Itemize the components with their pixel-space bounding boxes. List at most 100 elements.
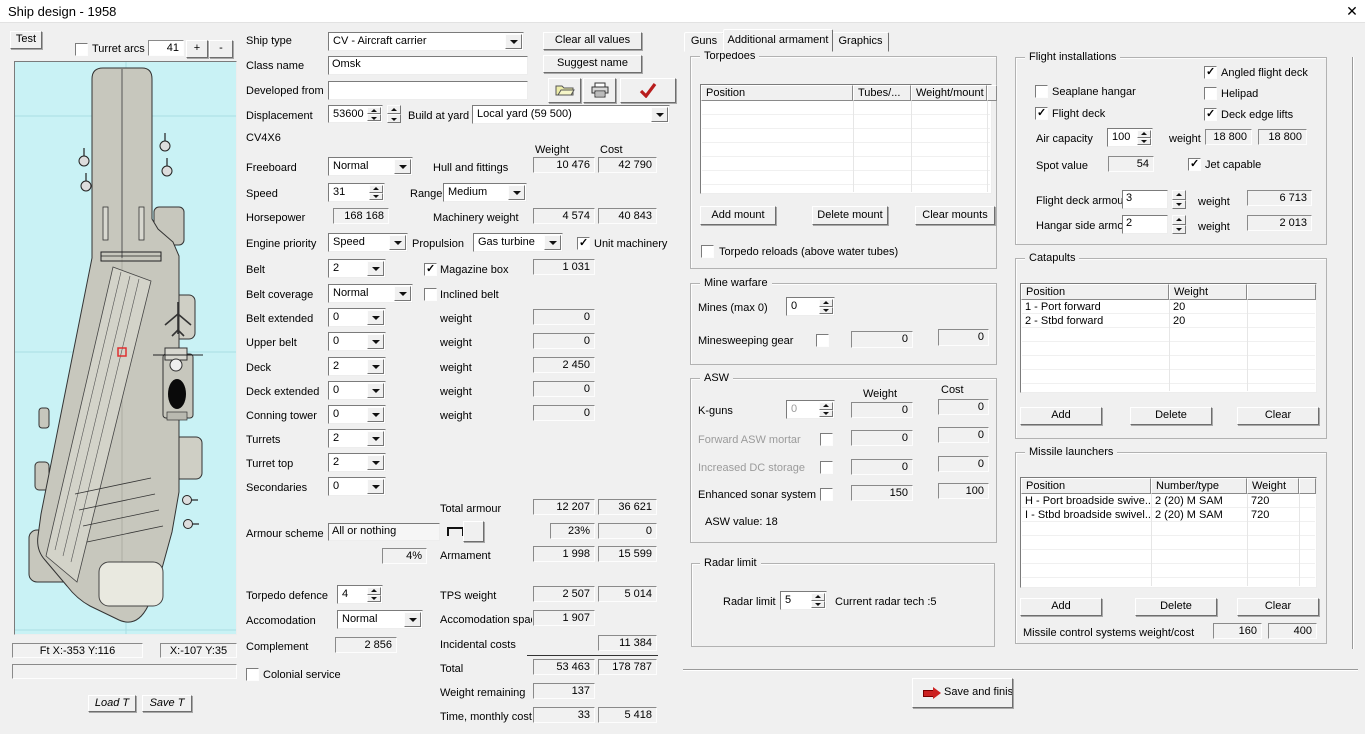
catapults-delete-button[interactable]: Delete: [1130, 407, 1212, 425]
class-name-input[interactable]: Omsk: [328, 56, 528, 75]
chevron-down-icon[interactable]: [367, 310, 384, 325]
clear-mounts-button[interactable]: Clear mounts: [915, 206, 995, 225]
chevron-down-icon[interactable]: [505, 34, 522, 49]
belt-extended-select[interactable]: 0: [328, 308, 386, 327]
developed-from-input[interactable]: [328, 81, 528, 100]
chevron-down-icon[interactable]: [367, 261, 384, 276]
radar-limit-stepper[interactable]: 5: [780, 591, 827, 610]
missiles-delete-button[interactable]: Delete: [1135, 598, 1217, 616]
column-header[interactable]: Number/type: [1151, 478, 1247, 494]
load-design-button[interactable]: [548, 78, 581, 103]
angled-flight-deck-checkbox[interactable]: [1204, 66, 1217, 79]
speed-stepper[interactable]: 31: [328, 183, 385, 202]
deck-select[interactable]: 2: [328, 357, 386, 376]
chevron-down-icon[interactable]: [367, 455, 384, 470]
displacement-fine-stepper[interactable]: [387, 105, 401, 123]
freeboard-select[interactable]: Normal: [328, 157, 413, 176]
accept-design-button[interactable]: [620, 78, 676, 103]
propulsion-select[interactable]: Gas turbine: [473, 233, 563, 252]
table-row[interactable]: 1 - Port forward 20: [1021, 300, 1316, 314]
chevron-down-icon[interactable]: [508, 185, 525, 200]
build-at-yard-select[interactable]: Local yard (59 500): [472, 105, 670, 124]
flight-deck-armour-stepper[interactable]: [1172, 190, 1186, 209]
tab-additional-armament[interactable]: Additional armament: [723, 29, 833, 52]
turret-arc-plus-button[interactable]: +: [186, 40, 208, 58]
chevron-down-icon[interactable]: [394, 159, 411, 174]
missiles-add-button[interactable]: Add: [1020, 598, 1102, 616]
chevron-down-icon[interactable]: [544, 235, 561, 250]
jet-capable-checkbox[interactable]: [1188, 158, 1201, 171]
table-row[interactable]: I - Stbd broadside swivel... 2 (20) M SA…: [1021, 508, 1316, 522]
save-template-button[interactable]: Save T: [142, 695, 192, 712]
chevron-down-icon[interactable]: [367, 359, 384, 374]
turret-arcs-checkbox[interactable]: [75, 43, 88, 56]
torpedo-reloads-checkbox[interactable]: [701, 245, 714, 258]
ship-type-select[interactable]: CV - Aircraft carrier: [328, 32, 524, 51]
table-row[interactable]: 2 - Stbd forward 20: [1021, 314, 1316, 328]
deck-extended-select[interactable]: 0: [328, 381, 386, 400]
add-mount-button[interactable]: Add mount: [700, 206, 776, 225]
column-header[interactable]: Tubes/...: [853, 85, 911, 101]
table-row[interactable]: H - Port broadside swive... 2 (20) M SAM…: [1021, 494, 1316, 508]
load-template-button[interactable]: Load T: [88, 695, 136, 712]
chevron-down-icon[interactable]: [394, 286, 411, 301]
armour-scheme-button[interactable]: [463, 521, 484, 542]
chevron-down-icon[interactable]: [367, 431, 384, 446]
column-header[interactable]: Position: [1021, 284, 1169, 300]
air-capacity-stepper[interactable]: 100: [1107, 128, 1153, 147]
column-header[interactable]: Weight: [1247, 478, 1299, 494]
kguns-stepper[interactable]: 0: [786, 400, 835, 419]
catapults-clear-button[interactable]: Clear: [1237, 407, 1319, 425]
column-header[interactable]: Position: [701, 85, 853, 101]
tab-graphics[interactable]: Graphics: [832, 32, 889, 52]
chevron-down-icon[interactable]: [367, 334, 384, 349]
conning-tower-select[interactable]: 0: [328, 405, 386, 424]
ship-top-view[interactable]: [14, 61, 237, 635]
accomodation-select[interactable]: Normal: [337, 610, 423, 629]
upper-belt-select[interactable]: 0: [328, 332, 386, 351]
chevron-down-icon[interactable]: [367, 407, 384, 422]
magazine-box-checkbox[interactable]: [424, 263, 437, 276]
unit-machinery-checkbox[interactable]: [577, 237, 590, 250]
delete-mount-button[interactable]: Delete mount: [812, 206, 888, 225]
helipad-checkbox[interactable]: [1204, 87, 1217, 100]
mines-stepper[interactable]: 0: [786, 297, 835, 316]
dc-storage-checkbox[interactable]: [820, 461, 833, 474]
inclined-belt-checkbox[interactable]: [424, 288, 437, 301]
engine-priority-select[interactable]: Speed: [328, 233, 408, 252]
clear-all-values-button[interactable]: Clear all values: [543, 32, 642, 50]
displacement-stepper[interactable]: 53600: [328, 105, 383, 123]
flight-deck-checkbox[interactable]: [1035, 107, 1048, 120]
catapults-add-button[interactable]: Add: [1020, 407, 1102, 425]
chevron-down-icon[interactable]: [389, 235, 406, 250]
column-header[interactable]: Position: [1021, 478, 1151, 494]
catapults-table[interactable]: Position Weight 1 - Port forward 20 2 - …: [1020, 283, 1317, 393]
asw-mortar-checkbox[interactable]: [820, 433, 833, 446]
column-header[interactable]: Weight/mount: [911, 85, 987, 101]
sonar-checkbox[interactable]: [820, 488, 833, 501]
column-header[interactable]: Weight: [1169, 284, 1247, 300]
belt-coverage-select[interactable]: Normal: [328, 284, 413, 303]
close-icon[interactable]: ✕: [1343, 2, 1361, 20]
minesweeping-gear-checkbox[interactable]: [816, 334, 829, 347]
hangar-side-armour-value[interactable]: 2: [1122, 215, 1168, 234]
range-select[interactable]: Medium: [443, 183, 527, 202]
turret-top-select[interactable]: 2: [328, 453, 386, 472]
test-button[interactable]: Test: [10, 31, 42, 49]
belt-select[interactable]: 2: [328, 259, 386, 278]
save-and-finish-button[interactable]: Save and finish: [912, 678, 1013, 708]
print-button[interactable]: [583, 78, 616, 103]
turrets-select[interactable]: 2: [328, 429, 386, 448]
hangar-side-armour-stepper[interactable]: [1172, 215, 1186, 234]
flight-deck-armour-value[interactable]: 3: [1122, 190, 1168, 209]
missiles-clear-button[interactable]: Clear: [1237, 598, 1319, 616]
deck-edge-lifts-checkbox[interactable]: [1204, 108, 1217, 121]
tab-guns[interactable]: Guns: [684, 32, 724, 52]
missile-launchers-table[interactable]: Position Number/type Weight H - Port bro…: [1020, 477, 1317, 588]
seaplane-hangar-checkbox[interactable]: [1035, 85, 1048, 98]
turret-arc-minus-button[interactable]: -: [209, 40, 233, 58]
secondaries-select[interactable]: 0: [328, 477, 386, 496]
torpedo-mounts-table[interactable]: Position Tubes/... Weight/mount: [700, 84, 992, 194]
colonial-service-checkbox[interactable]: [246, 668, 259, 681]
chevron-down-icon[interactable]: [651, 107, 668, 122]
